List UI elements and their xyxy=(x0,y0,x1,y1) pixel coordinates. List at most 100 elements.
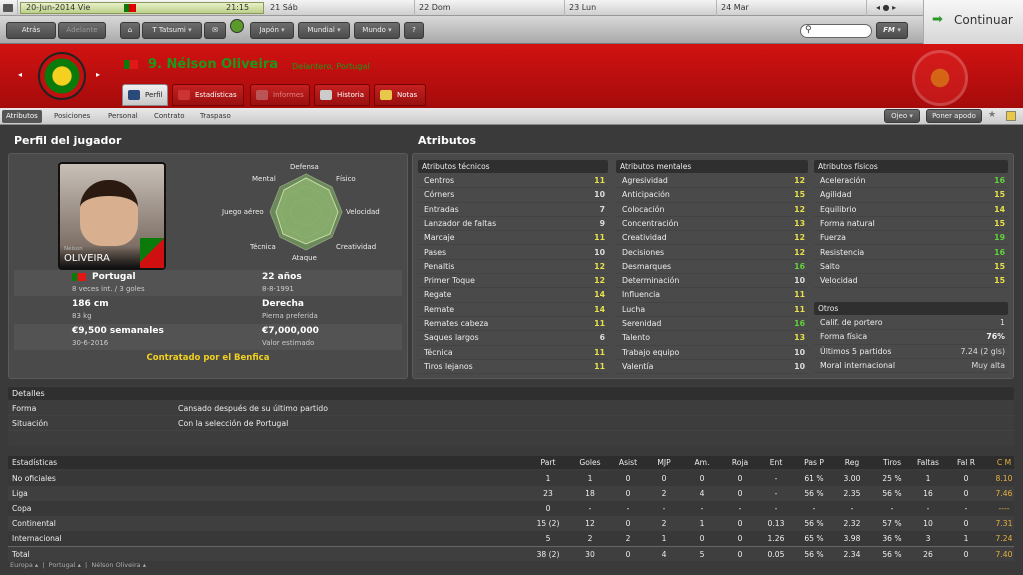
attr-row[interactable]: Creatividad 12 xyxy=(616,231,808,246)
attr-row[interactable]: Forma natural 15 xyxy=(814,217,1008,232)
attr-row[interactable]: Decisiones 12 xyxy=(616,246,808,260)
edit-icon[interactable] xyxy=(1006,111,1016,121)
stats-col-7[interactable]: Ent xyxy=(756,456,796,469)
mail-icon[interactable]: ✉ xyxy=(204,22,226,39)
stats-row[interactable]: Continental 15 (2) 12 0 2 1 0 0.13 56 % 2.32 57 % 1… xyxy=(8,516,1014,531)
attr-row[interactable]: Penaltis 12 xyxy=(418,260,608,275)
attr-row[interactable]: Valentía 10 xyxy=(616,360,808,375)
stats-col-13[interactable]: C M xyxy=(984,456,1023,469)
attr-row[interactable]: Lucha 11 xyxy=(616,303,808,317)
next-player-icon[interactable]: ▸ xyxy=(96,70,100,79)
forward-button[interactable]: Adelante xyxy=(58,22,106,39)
subnav-personal[interactable]: Personal xyxy=(104,110,142,123)
subnav-atributos[interactable]: Atributos xyxy=(2,110,42,123)
attr-name: Centros xyxy=(424,176,455,185)
day-24[interactable]: 24 Mar xyxy=(717,0,867,16)
attr-row[interactable]: Pases 10 xyxy=(418,246,608,260)
stats-row[interactable]: Copa 0- - - - - - - - - - - ---- xyxy=(8,501,1014,516)
attr-row[interactable]: Fuerza 19 xyxy=(814,231,1008,246)
day-22[interactable]: 22 Dom xyxy=(415,0,565,16)
attr-row[interactable]: Equilibrio 14 xyxy=(814,203,1008,217)
stats-row[interactable]: No oficiales 1 1 0 0 0 0 - 61 % 3.00 25 % 1 0 8.10 xyxy=(8,471,1014,486)
continue-button[interactable]: ➡ Continuar xyxy=(923,0,1023,44)
attr-name: Entradas xyxy=(424,204,459,214)
attr-row[interactable]: Técnica 11 xyxy=(418,346,608,360)
attr-row[interactable]: Salto 15 xyxy=(814,260,1008,275)
attr-row[interactable]: Entradas 7 xyxy=(418,203,608,217)
tab-notas[interactable]: Notas xyxy=(374,84,426,106)
stats-row[interactable]: Total 38 (2) 30 0 4 5 0 0.05 56 % 2.34 56 % 26 0 7.40 xyxy=(8,546,1014,561)
attr-value: 6 xyxy=(599,333,605,343)
stats-row[interactable]: Liga 23 18 0 2 4 0 - 56 % 2.35 56 % 16 0 7.46 xyxy=(8,486,1014,501)
radar-label-creatividad: Creatividad xyxy=(336,243,377,251)
attr-row[interactable]: Remate 14 xyxy=(418,303,608,317)
attr-row[interactable]: Marcaje 11 xyxy=(418,231,608,246)
attr-row[interactable]: Serenidad 16 xyxy=(616,317,808,332)
stats-col-6[interactable]: Roja xyxy=(720,456,760,469)
attr-row[interactable]: Colocación 12 xyxy=(616,203,808,217)
mundo-menu[interactable]: Mundo xyxy=(354,22,400,39)
stats-col-3[interactable]: Asist xyxy=(608,456,648,469)
home-icon[interactable]: ⌂ xyxy=(120,22,140,39)
search-input[interactable]: ⚲ xyxy=(800,24,872,38)
attr-row[interactable]: Córners 10 xyxy=(418,188,608,203)
attr-row[interactable]: Primer Toque 12 xyxy=(418,274,608,289)
star-icon[interactable]: ★ xyxy=(988,110,996,120)
stats-col-5[interactable]: Am. xyxy=(682,456,722,469)
calendar-arrows-icon[interactable]: ◂ ● ▸ xyxy=(872,0,920,16)
attr-row[interactable]: Resistencia 16 xyxy=(814,246,1008,260)
calendar-icon[interactable] xyxy=(0,0,18,16)
subnav-posiciones[interactable]: Posiciones xyxy=(50,110,94,123)
attr-row[interactable]: Centros 11 xyxy=(418,174,608,189)
day-21[interactable]: 21 Sáb xyxy=(266,0,415,16)
subnav-contrato[interactable]: Contrato xyxy=(150,110,189,123)
attr-row[interactable]: Regate 14 xyxy=(418,288,608,303)
attr-row[interactable]: Desmarques 16 xyxy=(616,260,808,275)
mundial-menu[interactable]: Mundial xyxy=(298,22,350,39)
stats-col-10[interactable]: Tiros xyxy=(872,456,912,469)
attr-row[interactable]: Agilidad 15 xyxy=(814,188,1008,203)
help-icon[interactable]: ? xyxy=(404,22,424,39)
attr-row[interactable]: Trabajo equipo 10 xyxy=(616,346,808,360)
crumb-portugal[interactable]: Portugal xyxy=(49,561,76,569)
contracted-club[interactable]: Contratado por el Benfica xyxy=(8,353,408,363)
stats-col-11[interactable]: Faltas xyxy=(908,456,948,469)
attr-row[interactable]: Saques largos 6 xyxy=(418,331,608,346)
japon-menu[interactable]: Japón xyxy=(250,22,294,39)
attr-row[interactable]: Anticipación 15 xyxy=(616,188,808,203)
stats-col-9[interactable]: Reg xyxy=(832,456,872,469)
attr-row[interactable]: Aceleración 16 xyxy=(814,174,1008,189)
wage: €9,500 semanales xyxy=(72,326,164,336)
attr-row[interactable]: Concentración 13 xyxy=(616,217,808,232)
attr-row[interactable]: Influencia 11 xyxy=(616,288,808,303)
tab-estadisticas[interactable]: Estadísticas xyxy=(172,84,244,106)
stats-col-12[interactable]: Fal R xyxy=(946,456,986,469)
notification-icon[interactable] xyxy=(230,19,244,33)
fm-menu[interactable]: FM xyxy=(876,22,908,39)
crumb-player[interactable]: Nélson Oliveira xyxy=(91,561,140,569)
attr-row[interactable]: Determinación 10 xyxy=(616,274,808,289)
crumb-europa[interactable]: Europa xyxy=(10,561,33,569)
tab-perfil[interactable]: Perfil xyxy=(122,84,168,106)
stats-col-1[interactable]: Part xyxy=(528,456,568,469)
stats-col-2[interactable]: Goles xyxy=(570,456,610,469)
stats-col-8[interactable]: Pas P xyxy=(794,456,834,469)
stats-col-4[interactable]: MJP xyxy=(644,456,684,469)
prev-player-icon[interactable]: ◂ xyxy=(18,70,22,79)
back-button[interactable]: Atrás xyxy=(6,22,56,39)
subnav-traspaso[interactable]: Traspaso xyxy=(196,110,235,123)
manager-menu[interactable]: T Tatsumi xyxy=(142,22,202,39)
stats-cell: 0 xyxy=(625,474,631,483)
stats-row[interactable]: Internacional 5 2 2 1 0 0 1.26 65 % 3.98 36 % 3 1 7.2… xyxy=(8,531,1014,546)
nickname-button[interactable]: Poner apodo xyxy=(926,109,982,123)
day-23[interactable]: 23 Lun xyxy=(565,0,717,16)
attr-row[interactable]: Remates cabeza 11 xyxy=(418,317,608,332)
attr-row[interactable]: Tiros lejanos 11 xyxy=(418,360,608,375)
attr-row[interactable]: Talento 13 xyxy=(616,331,808,346)
scout-menu[interactable]: Ojeo xyxy=(884,109,920,123)
tab-informes[interactable]: Informes xyxy=(250,84,310,106)
tab-historia[interactable]: Historia xyxy=(314,84,370,106)
attr-row[interactable]: Agresividad 12 xyxy=(616,174,808,189)
attr-row[interactable]: Velocidad 15 xyxy=(814,274,1008,289)
attr-row[interactable]: Lanzador de faltas 9 xyxy=(418,217,608,232)
